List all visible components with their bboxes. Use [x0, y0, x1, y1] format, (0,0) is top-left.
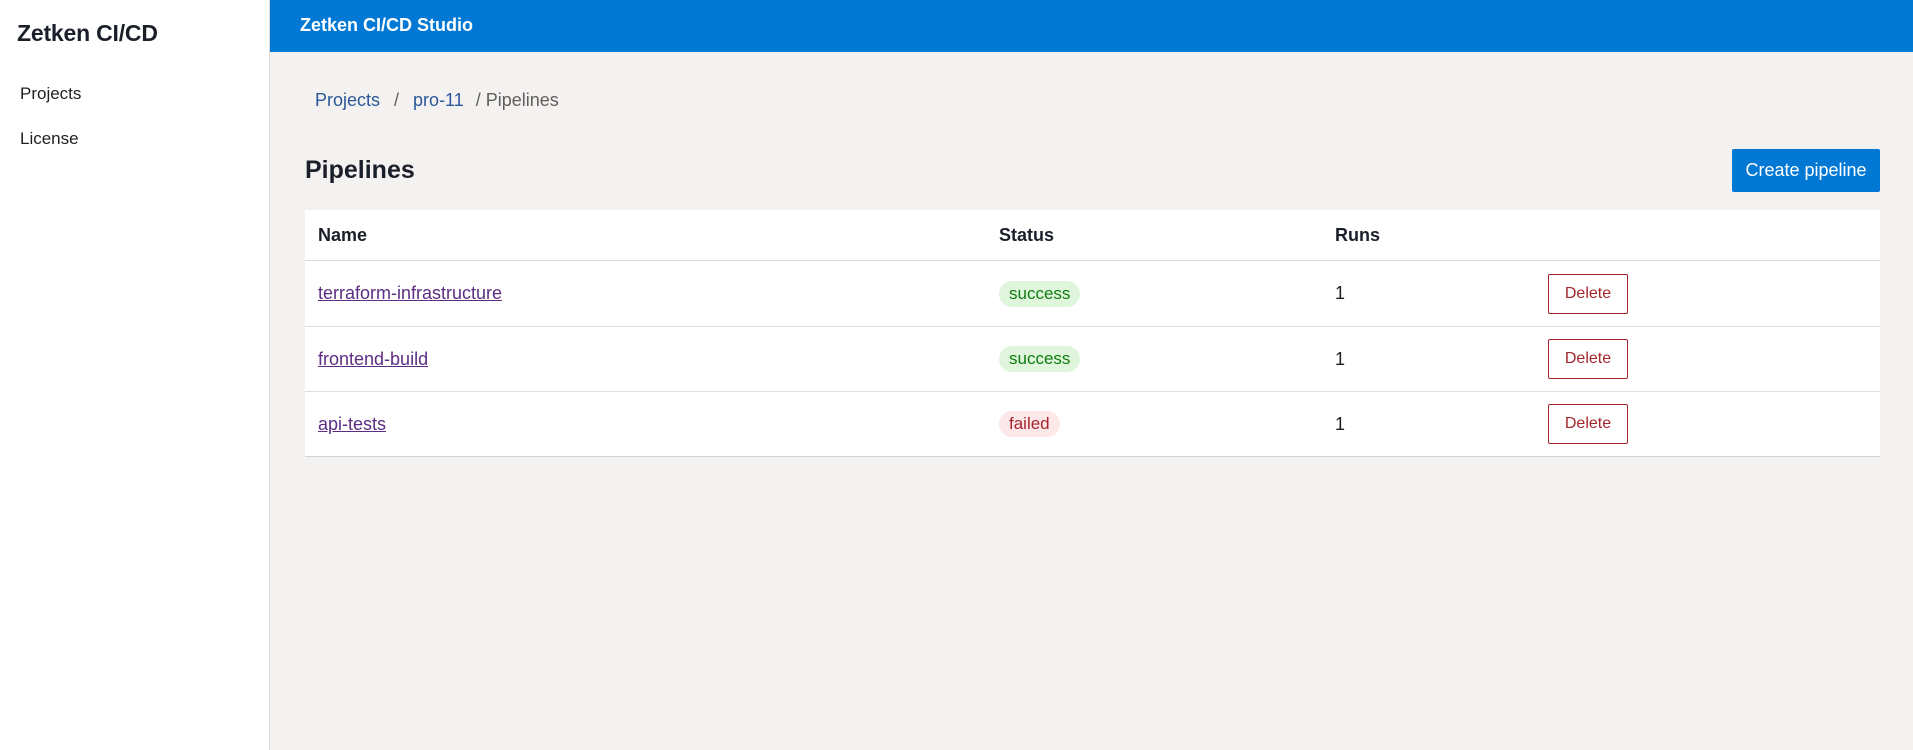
table-row: api-tests failed 1 Delete — [305, 391, 1880, 456]
column-header-name: Name — [318, 224, 368, 245]
pipeline-name-link[interactable]: api-tests — [318, 414, 386, 435]
brand-title: Zetken CI/CD — [17, 20, 158, 46]
page-title: Pipelines — [305, 156, 415, 184]
pipeline-name-link[interactable]: frontend-build — [318, 349, 428, 370]
table-row: frontend-build success 1 Delete — [305, 326, 1880, 391]
create-pipeline-button[interactable]: Create pipeline — [1732, 149, 1880, 192]
runs-count: 1 — [1335, 348, 1346, 369]
column-header-status: Status — [999, 224, 1055, 245]
pipeline-name-link[interactable]: terraform-infrastructure — [318, 283, 502, 304]
breadcrumb-link-projects[interactable]: Projects — [315, 90, 380, 111]
delete-button[interactable]: Delete — [1548, 404, 1628, 444]
sidebar-item-license[interactable]: License — [20, 129, 79, 149]
sidebar: Zetken CI/CD Projects License — [0, 0, 270, 750]
column-header-runs: Runs — [1335, 224, 1380, 245]
delete-button[interactable]: Delete — [1548, 273, 1628, 314]
table-row: terraform-infrastructure success 1 Delet… — [305, 261, 1880, 326]
topbar-title: Zetken CI/CD Studio — [300, 15, 474, 35]
breadcrumb: Projects / pro-11 / Pipelines — [315, 90, 562, 111]
breadcrumb-current: / Pipelines — [475, 90, 559, 110]
breadcrumb-link-project[interactable]: pro-11 — [413, 90, 464, 111]
top-bar: Zetken CI/CD Studio — [270, 0, 1913, 52]
delete-button[interactable]: Delete — [1548, 339, 1628, 379]
sidebar-item-projects[interactable]: Projects — [20, 84, 81, 104]
runs-count: 1 — [1335, 413, 1346, 434]
status-badge: success — [999, 346, 1081, 372]
breadcrumb-separator: / — [394, 90, 400, 110]
status-badge: failed — [999, 411, 1060, 437]
pipelines-table: Name Status Runs terraform-infrastructur… — [305, 210, 1880, 457]
status-badge: success — [999, 280, 1081, 307]
table-header-row: Name Status Runs — [305, 210, 1880, 261]
runs-count: 1 — [1335, 283, 1346, 303]
